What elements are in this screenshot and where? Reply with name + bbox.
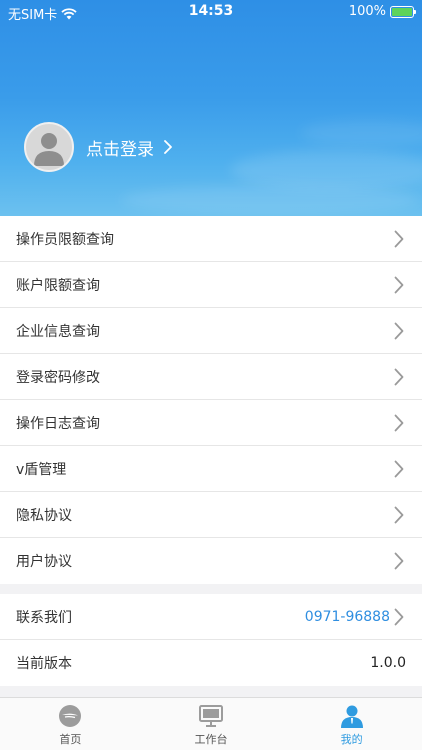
login-label: 点击登录	[86, 139, 154, 160]
tab-mine[interactable]: 我的	[281, 698, 422, 750]
menu-item-company-info[interactable]: 企业信息查询	[0, 308, 422, 354]
tab-bar: 首页 工作台 我的	[0, 697, 422, 750]
menu-item-label: 登录密码修改	[16, 369, 100, 386]
menu-item-label: 操作日志查询	[16, 415, 100, 432]
menu-item-label: 当前版本	[16, 656, 72, 672]
menu-item-label: 联系我们	[16, 609, 72, 626]
menu-item-privacy-policy[interactable]: 隐私协议	[0, 492, 422, 538]
avatar	[24, 122, 74, 172]
settings-menu: 操作员限额查询 账户限额查询 企业信息查询 登录密码修改 操作日志查询 v盾管理…	[0, 216, 422, 584]
menu-item-label: v盾管理	[16, 461, 67, 478]
menu-item-label: 操作员限额查询	[16, 231, 114, 248]
menu-item-contact-us[interactable]: 联系我们 0971-96888	[0, 594, 422, 640]
menu-item-change-password[interactable]: 登录密码修改	[0, 354, 422, 400]
tab-label: 我的	[340, 733, 363, 746]
tab-home[interactable]: 首页	[0, 698, 141, 750]
chevron-right-icon	[394, 322, 404, 339]
chevron-right-icon	[394, 414, 404, 431]
chevron-right-icon	[394, 506, 404, 523]
chevron-right-icon	[394, 368, 404, 385]
tab-label: 工作台	[194, 733, 228, 746]
status-bar: 无SIM卡 14:53 100%	[0, 0, 422, 24]
battery-icon	[390, 5, 416, 18]
profile-header: 无SIM卡 14:53 100% 点击登录	[0, 0, 422, 216]
sky-decoration	[120, 185, 420, 215]
chevron-right-icon	[394, 552, 404, 570]
battery-percent: 100%	[348, 4, 386, 19]
chevron-right-icon	[394, 276, 404, 293]
tab-workbench[interactable]: 工作台	[141, 698, 282, 750]
menu-item-label: 用户协议	[16, 554, 72, 570]
monitor-icon	[199, 705, 223, 727]
menu-item-operator-limit[interactable]: 操作员限额查询	[0, 216, 422, 262]
sky-decoration	[300, 120, 422, 146]
chevron-right-icon	[394, 608, 404, 625]
menu-item-label: 隐私协议	[16, 507, 72, 524]
menu-item-vshield[interactable]: v盾管理	[0, 446, 422, 492]
login-button[interactable]: 点击登录	[24, 122, 172, 172]
menu-item-label: 企业信息查询	[16, 323, 100, 340]
chevron-right-icon	[164, 140, 172, 154]
chevron-right-icon	[394, 460, 404, 477]
contact-phone[interactable]: 0971-96888	[305, 609, 390, 625]
avatar-placeholder-icon	[34, 133, 64, 166]
menu-item-operation-log[interactable]: 操作日志查询	[0, 400, 422, 446]
menu-item-user-agreement[interactable]: 用户协议	[0, 538, 422, 584]
menu-item-label: 账户限额查询	[16, 277, 100, 294]
tab-label: 首页	[59, 733, 82, 746]
version-value: 1.0.0	[370, 655, 406, 671]
sky-decoration	[230, 150, 422, 190]
menu-item-app-version: 当前版本 1.0.0	[0, 640, 422, 686]
user-icon	[340, 705, 363, 728]
home-icon	[59, 705, 82, 727]
menu-item-account-limit[interactable]: 账户限额查询	[0, 262, 422, 308]
info-menu: 联系我们 0971-96888 当前版本 1.0.0	[0, 594, 422, 686]
chevron-right-icon	[394, 230, 404, 247]
